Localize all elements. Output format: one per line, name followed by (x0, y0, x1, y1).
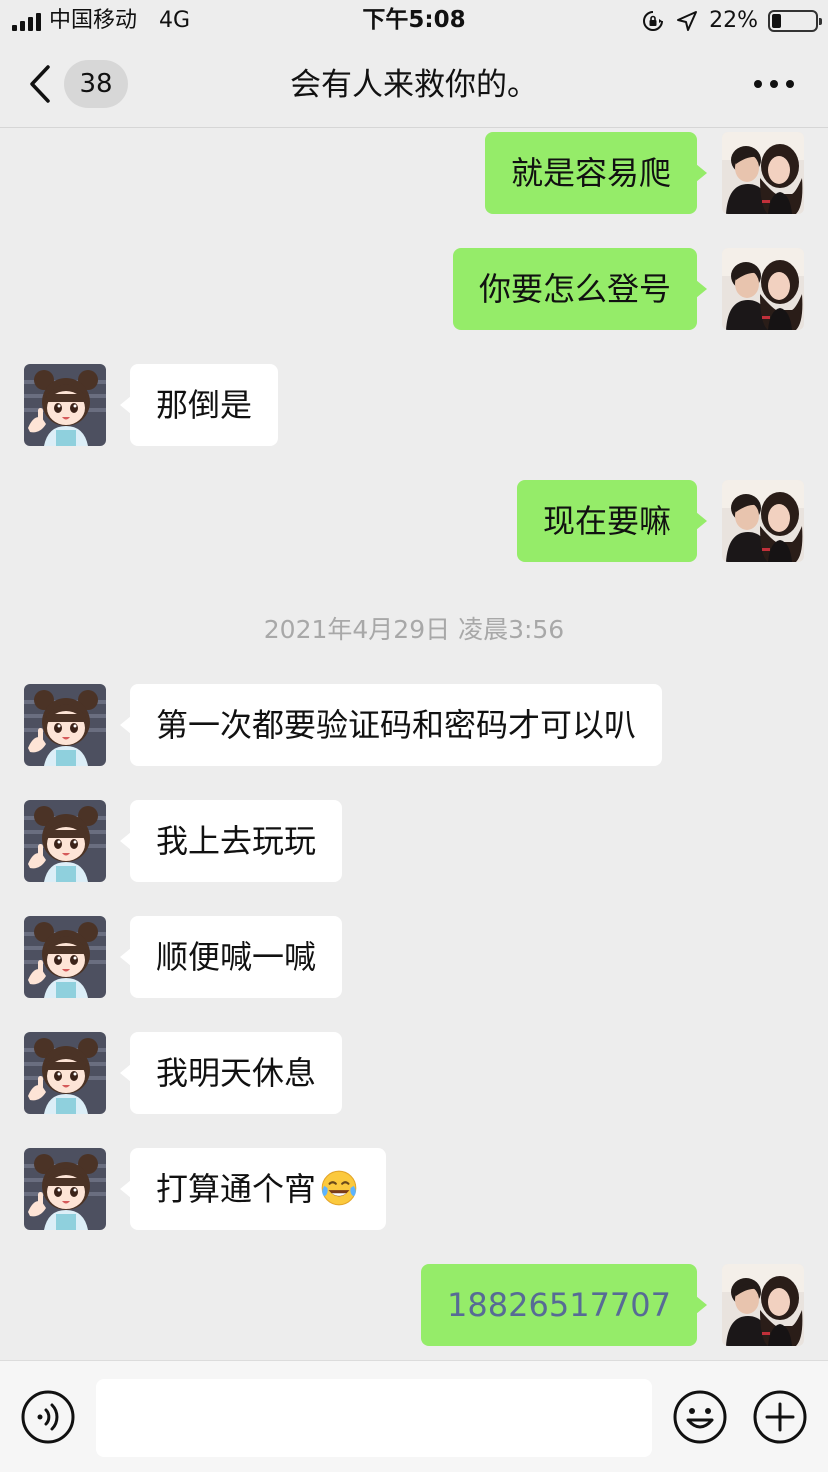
message-text: 打算通个宵 (156, 1170, 317, 1208)
message-bubble[interactable]: 打算通个宵 (119, 1148, 387, 1230)
my-avatar[interactable] (722, 480, 804, 562)
battery-fill (772, 14, 782, 28)
anime-girl-avatar-icon (24, 1032, 106, 1114)
more-dots-icon (754, 80, 762, 88)
plus-icon (753, 1390, 807, 1444)
couple-photo-icon (722, 480, 804, 562)
chat-title: 会有人来救你的。 (290, 67, 538, 103)
contact-avatar[interactable] (24, 1032, 106, 1114)
chevron-left-icon (30, 65, 50, 103)
couple-photo-icon (722, 1264, 804, 1346)
more-button[interactable] (754, 72, 794, 96)
more-functions-button[interactable] (752, 1389, 808, 1445)
message-bubble[interactable]: 那倒是 (119, 364, 279, 446)
anime-girl-avatar-icon (24, 1148, 106, 1230)
my-avatar[interactable] (722, 248, 804, 330)
my-avatar[interactable] (722, 132, 804, 214)
chat-timestamp: 2021年4月29日 凌晨3:56 (263, 615, 565, 644)
message-list[interactable]: 就是容易爬 你要怎么登号 那倒是 现在要嘛 2021年4月29日 凌晨3:56 … (0, 129, 828, 1360)
phone-number-link[interactable]: 18826517707 (421, 1264, 707, 1346)
battery-percent: 22% (709, 8, 758, 33)
message-bubble[interactable]: 我上去玩玩 (119, 800, 343, 882)
my-avatar[interactable] (722, 1264, 804, 1346)
orientation-lock-icon (643, 11, 664, 31)
anime-girl-avatar-icon (24, 916, 106, 998)
message-bubble[interactable]: 你要怎么登号 (452, 248, 708, 330)
battery-icon (768, 10, 822, 32)
status-bar: 中国移动 4G 下午5:08 22% (0, 0, 828, 44)
contact-avatar[interactable] (24, 364, 106, 446)
status-right: 22% (641, 8, 822, 34)
tears-of-joy-emoji-icon (321, 1170, 357, 1206)
message-bubble[interactable]: 就是容易爬 (484, 132, 708, 214)
message-bubble[interactable]: 现在要嘛 (516, 480, 708, 562)
location-icon (677, 11, 698, 31)
voice-button[interactable] (20, 1389, 76, 1445)
contact-avatar[interactable] (24, 684, 106, 766)
message-bubble[interactable]: 我明天休息 (119, 1032, 343, 1114)
couple-photo-icon (722, 248, 804, 330)
anime-girl-avatar-icon (24, 684, 106, 766)
message-bubble[interactable]: 顺便喊一喊 (119, 916, 343, 998)
emoji-button[interactable] (672, 1389, 728, 1445)
contact-avatar[interactable] (24, 1148, 106, 1230)
input-bar (0, 1360, 828, 1472)
contact-avatar[interactable] (24, 916, 106, 998)
voice-icon (21, 1390, 75, 1444)
unread-count-badge[interactable]: 38 (64, 60, 128, 108)
couple-photo-icon (722, 132, 804, 214)
back-button[interactable] (28, 62, 62, 106)
message-input[interactable] (96, 1379, 652, 1457)
anime-girl-avatar-icon (24, 800, 106, 882)
smiley-icon (673, 1390, 727, 1444)
anime-girl-avatar-icon (24, 364, 106, 446)
contact-avatar[interactable] (24, 800, 106, 882)
nav-bar: 38 会有人来救你的。 (0, 44, 828, 128)
message-bubble[interactable]: 第一次都要验证码和密码才可以叭 (119, 684, 663, 766)
